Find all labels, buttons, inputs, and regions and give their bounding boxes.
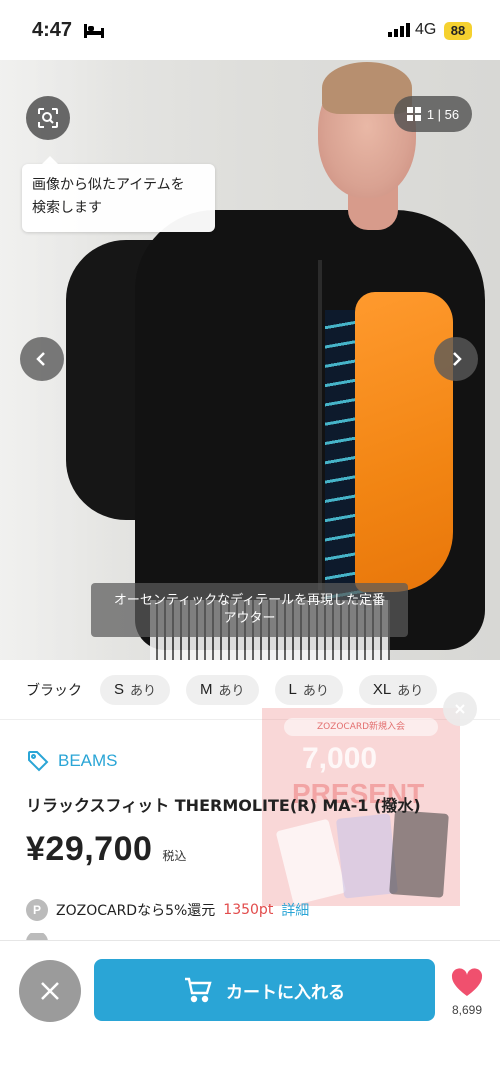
promo-amount: 7,000	[302, 742, 378, 775]
tax-label: 税込	[162, 849, 187, 863]
points-text: ZOZOCARDなら5%還元	[56, 903, 216, 919]
status-bar: 4:47 4G 88	[0, 0, 500, 60]
size-chip-s[interactable]: S あり	[100, 674, 171, 705]
image-zipper	[318, 260, 322, 590]
chevron-right-icon	[453, 352, 462, 366]
close-icon	[41, 982, 59, 1000]
image-counter-button[interactable]: 1 | 56	[394, 96, 472, 132]
status-time: 4:47	[32, 19, 73, 41]
bed-icon	[84, 24, 104, 38]
promo-close-button[interactable]	[443, 692, 477, 726]
size-chip-xl[interactable]: XL あり	[358, 674, 438, 705]
price-value: ¥29,700	[26, 830, 153, 868]
product-title: リラックスフィット THERMOLITE(R) MA-1 (撥水)	[26, 796, 421, 815]
tag-icon	[28, 751, 49, 772]
add-to-cart-button[interactable]: カートに入れる	[94, 959, 435, 1021]
card-image	[275, 818, 347, 906]
battery-indicator: 88	[444, 22, 472, 40]
tooltip-line-1: 画像から似たアイテムを	[32, 177, 185, 193]
image-search-tooltip: 画像から似たアイテムを 検索します	[22, 156, 215, 232]
chevron-left-icon	[36, 352, 45, 366]
stock-label: あり	[397, 684, 424, 699]
favorite-button[interactable]: 8,699	[446, 967, 488, 1017]
add-to-cart-label: カートに入れる	[226, 982, 345, 1003]
close-icon	[455, 704, 465, 714]
product-image-gallery[interactable]	[0, 60, 500, 660]
close-button[interactable]	[19, 960, 81, 1022]
tooltip-line-2: 検索します	[32, 200, 102, 216]
color-label: ブラック	[26, 682, 82, 699]
image-counter: 1 | 56	[426, 106, 460, 122]
size-label: S	[114, 681, 125, 698]
favorite-count: 8,699	[451, 1003, 483, 1017]
points-info: P ZOZOCARDなら5%還元 1350pt 詳細	[26, 899, 309, 921]
points-value: 1350pt	[223, 902, 274, 918]
brand-link[interactable]: BEAMS	[26, 749, 118, 773]
size-chip-m[interactable]: M あり	[186, 674, 259, 705]
stock-label: あり	[218, 684, 245, 699]
image-caption: オーセンティックなディテールを再現した定番 アウター	[91, 583, 408, 637]
size-chip-l[interactable]: L あり	[274, 674, 343, 705]
card-image	[389, 810, 449, 898]
heart-icon	[451, 968, 483, 996]
stock-label: あり	[302, 684, 329, 699]
stock-label: あり	[130, 684, 157, 699]
image-search-button[interactable]	[26, 96, 70, 140]
cart-icon	[185, 977, 212, 1003]
promo-top-text: ZOZOCARD新規入会	[284, 718, 438, 736]
size-label: XL	[372, 681, 392, 698]
previous-image-button[interactable]	[20, 337, 64, 381]
image-search-icon	[38, 108, 58, 128]
size-label: M	[200, 681, 213, 698]
signal-icon	[388, 23, 410, 37]
brand-name: BEAMS	[58, 751, 118, 770]
bottom-action-bar: カートに入れる 8,699	[0, 940, 500, 1080]
grid-icon	[406, 107, 421, 121]
image-orange-lining	[355, 292, 453, 592]
size-label: L	[288, 681, 297, 698]
points-icon: P	[26, 899, 48, 921]
next-image-button[interactable]	[434, 337, 478, 381]
caption-line-1: オーセンティックなディテールを再現した定番	[113, 593, 386, 608]
caption-line-2: アウター	[223, 611, 276, 626]
points-detail-link[interactable]: 詳細	[281, 900, 309, 920]
price-block: ¥29,700 税込	[26, 830, 186, 869]
network-type: 4G	[415, 21, 437, 38]
